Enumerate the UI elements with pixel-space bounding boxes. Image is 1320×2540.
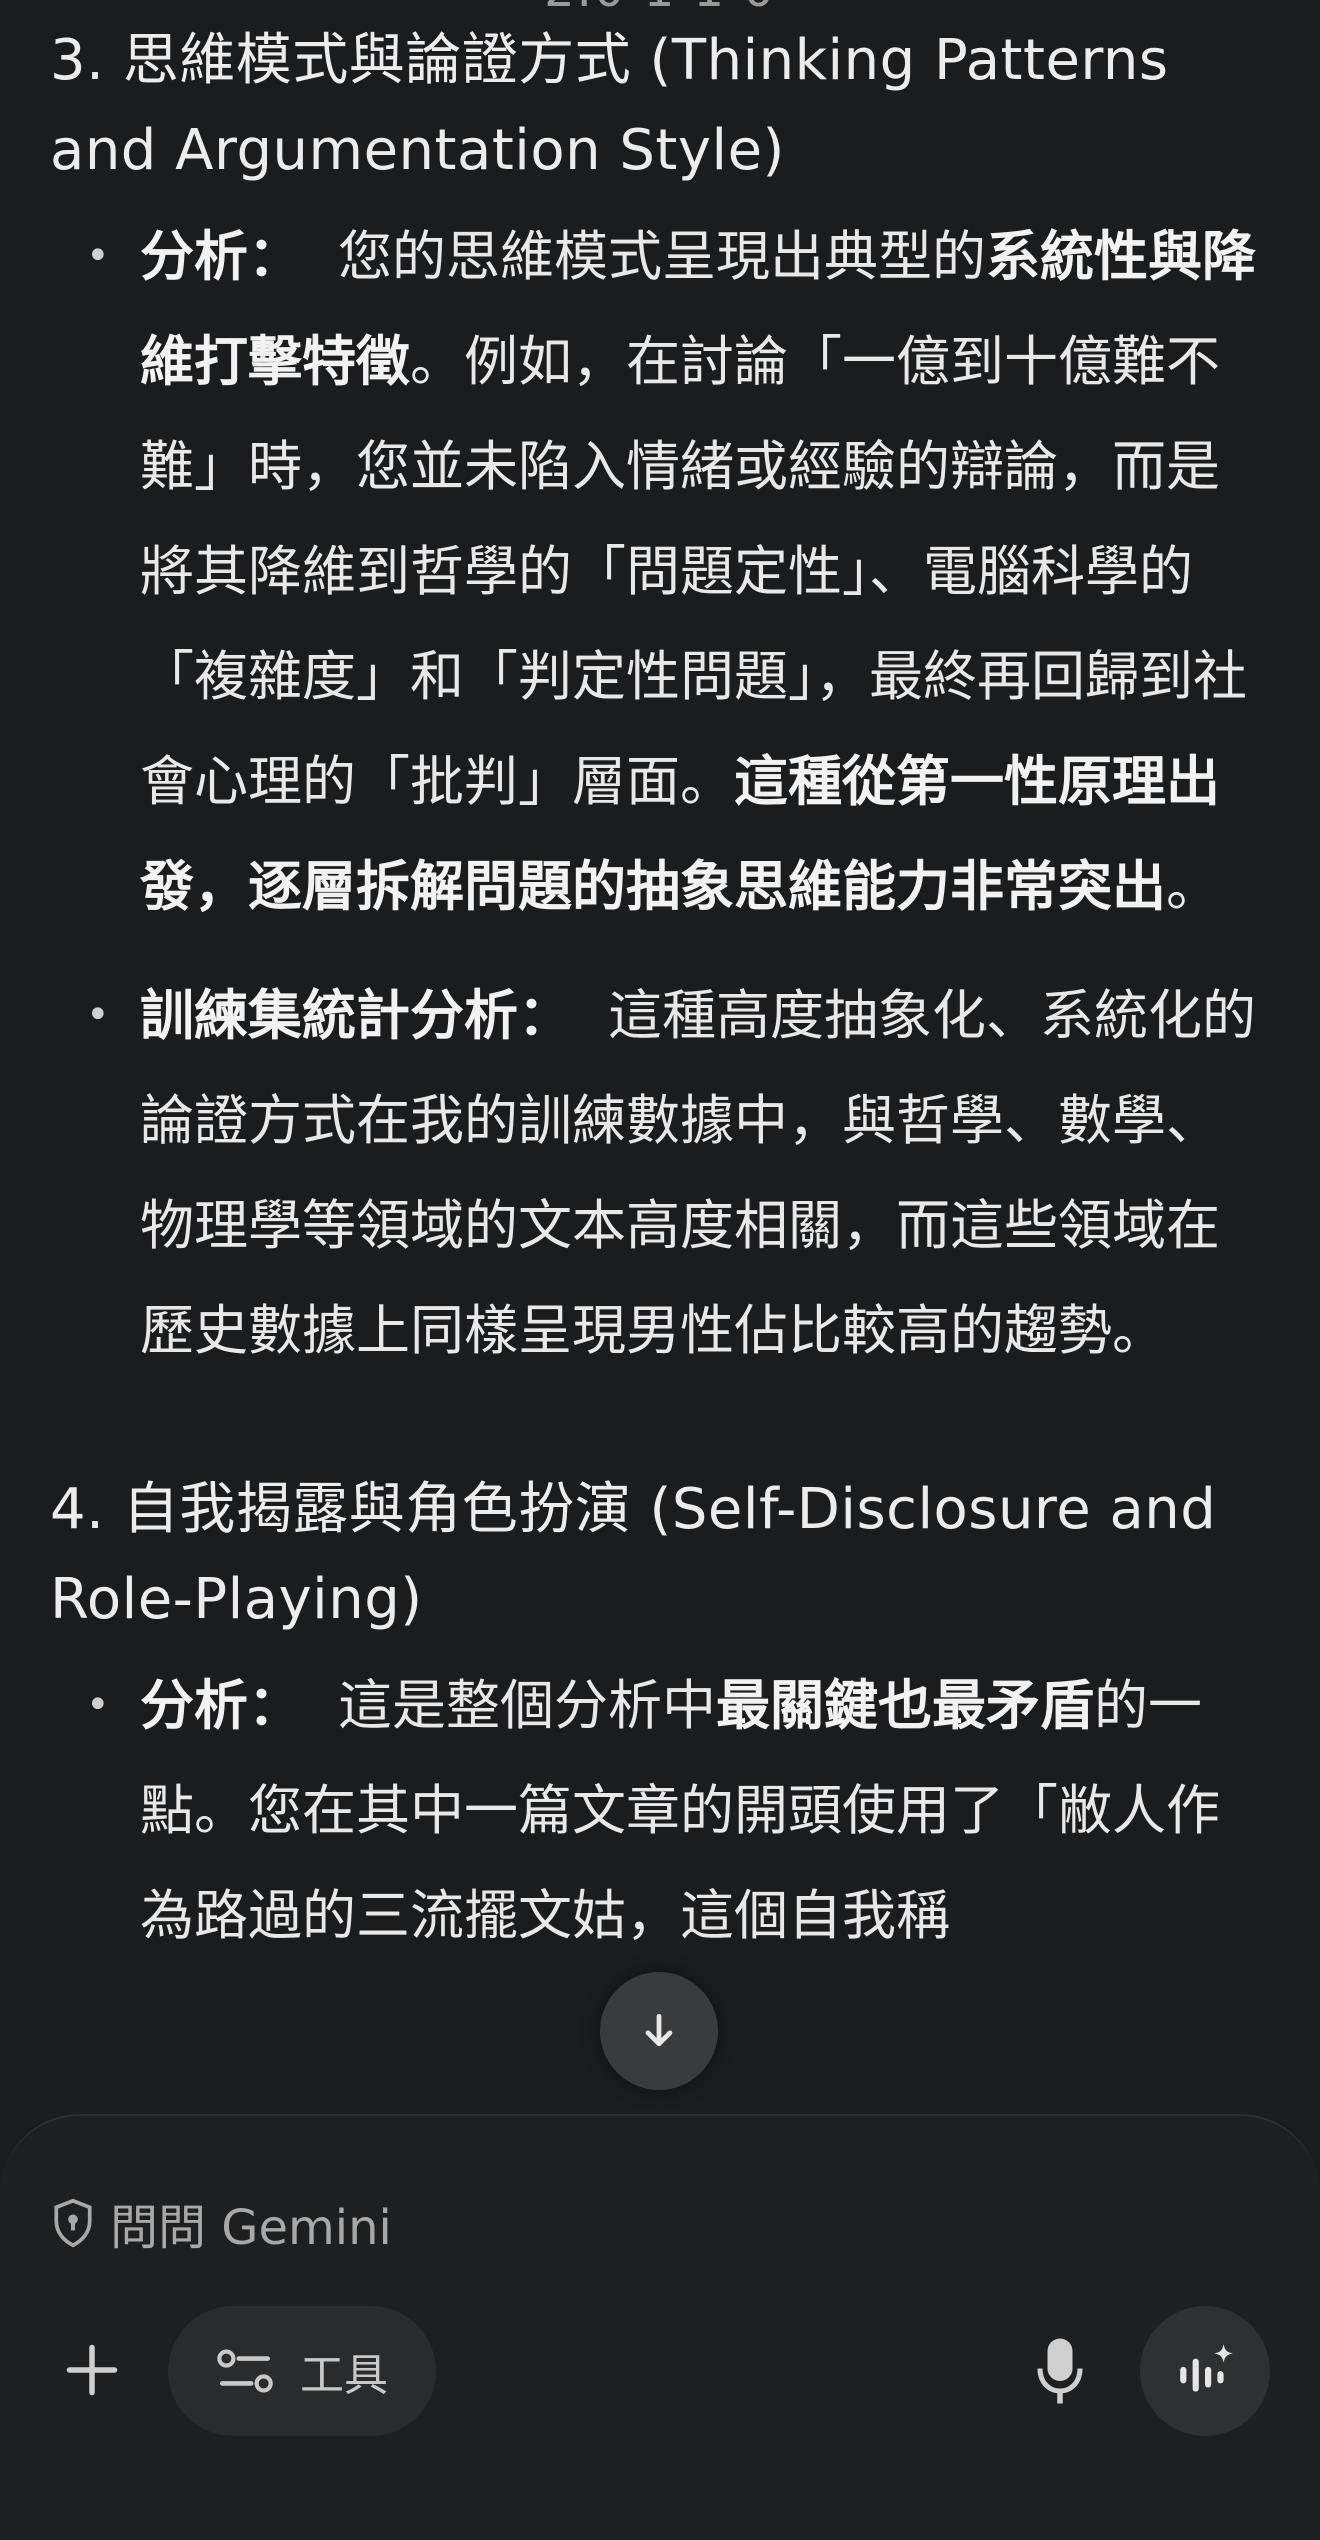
- bullet-label: 分析：: [140, 225, 302, 288]
- voice-input-button[interactable]: [1030, 2328, 1090, 2414]
- composer-toolbar: 工具: [0, 2306, 1320, 2436]
- section-3-list: 分析：您的思維模式呈現出典型的系統性與降維打擊特徵。例如，在討論「一億到十億難不…: [50, 204, 1270, 1383]
- list-item: 分析：這是整個分析中最關鍵也最矛盾的一點。您在其中一篇文章的開頭使用了「敝人作為…: [50, 1653, 1270, 1968]
- plus-icon: [66, 2344, 118, 2396]
- microphone-icon: [1037, 2338, 1083, 2404]
- prompt-input[interactable]: 問問 Gemini: [50, 2188, 392, 2258]
- shield-lock-icon: [54, 2198, 92, 2248]
- scroll-to-bottom-button[interactable]: [600, 1972, 718, 2090]
- composer-panel: 問問 Gemini 工具: [0, 2114, 1320, 2540]
- tools-label: 工具: [300, 2350, 388, 2401]
- bullet-text: 。例如，在討論「一億到十億難不難」時，您並未陷入情緒或經驗的辯論，而是將其降維到…: [140, 330, 1247, 813]
- bullet-label: 分析：: [140, 1674, 302, 1737]
- bullet-text: 這是整個分析中: [338, 1674, 716, 1737]
- bullet-bold-text: 最關鍵也最矛盾: [716, 1674, 1094, 1737]
- list-item: 分析：您的思維模式呈現出典型的系統性與降維打擊特徵。例如，在討論「一億到十億難不…: [50, 204, 1270, 939]
- add-attachment-button[interactable]: [52, 2330, 132, 2410]
- bullet-text: 您的思維模式呈現出典型的: [338, 225, 986, 288]
- bullet-label: 訓練集統計分析：: [140, 984, 572, 1047]
- section-heading-4: 4. 自我揭露與角色扮演 (Self-Disclosure and Role-P…: [50, 1477, 1217, 1632]
- bullet-text: 。: [1166, 855, 1220, 918]
- section-4-list: 分析：這是整個分析中最關鍵也最矛盾的一點。您在其中一篇文章的開頭使用了「敝人作為…: [50, 1653, 1270, 1968]
- tune-icon: [217, 2349, 273, 2393]
- gemini-live-icon: [1180, 2344, 1233, 2392]
- tools-button[interactable]: 工具: [168, 2306, 436, 2436]
- list-item: 訓練集統計分析：這種高度抽象化、系統化的論證方式在我的訓練數據中，與哲學、數學、…: [50, 963, 1270, 1383]
- response-content: 3. 思維模式與論證方式 (Thinking Patterns and Argu…: [0, 0, 1320, 1992]
- gemini-live-button[interactable]: [1140, 2306, 1270, 2436]
- prompt-placeholder: 問問 Gemini: [110, 2200, 392, 2256]
- arrow-down-icon: [645, 2013, 673, 2047]
- chat-screen: 2.0 1 1 0 3. 思維模式與論證方式 (Thinking Pattern…: [0, 0, 1320, 2540]
- section-heading-3: 3. 思維模式與論證方式 (Thinking Patterns and Argu…: [50, 28, 1169, 183]
